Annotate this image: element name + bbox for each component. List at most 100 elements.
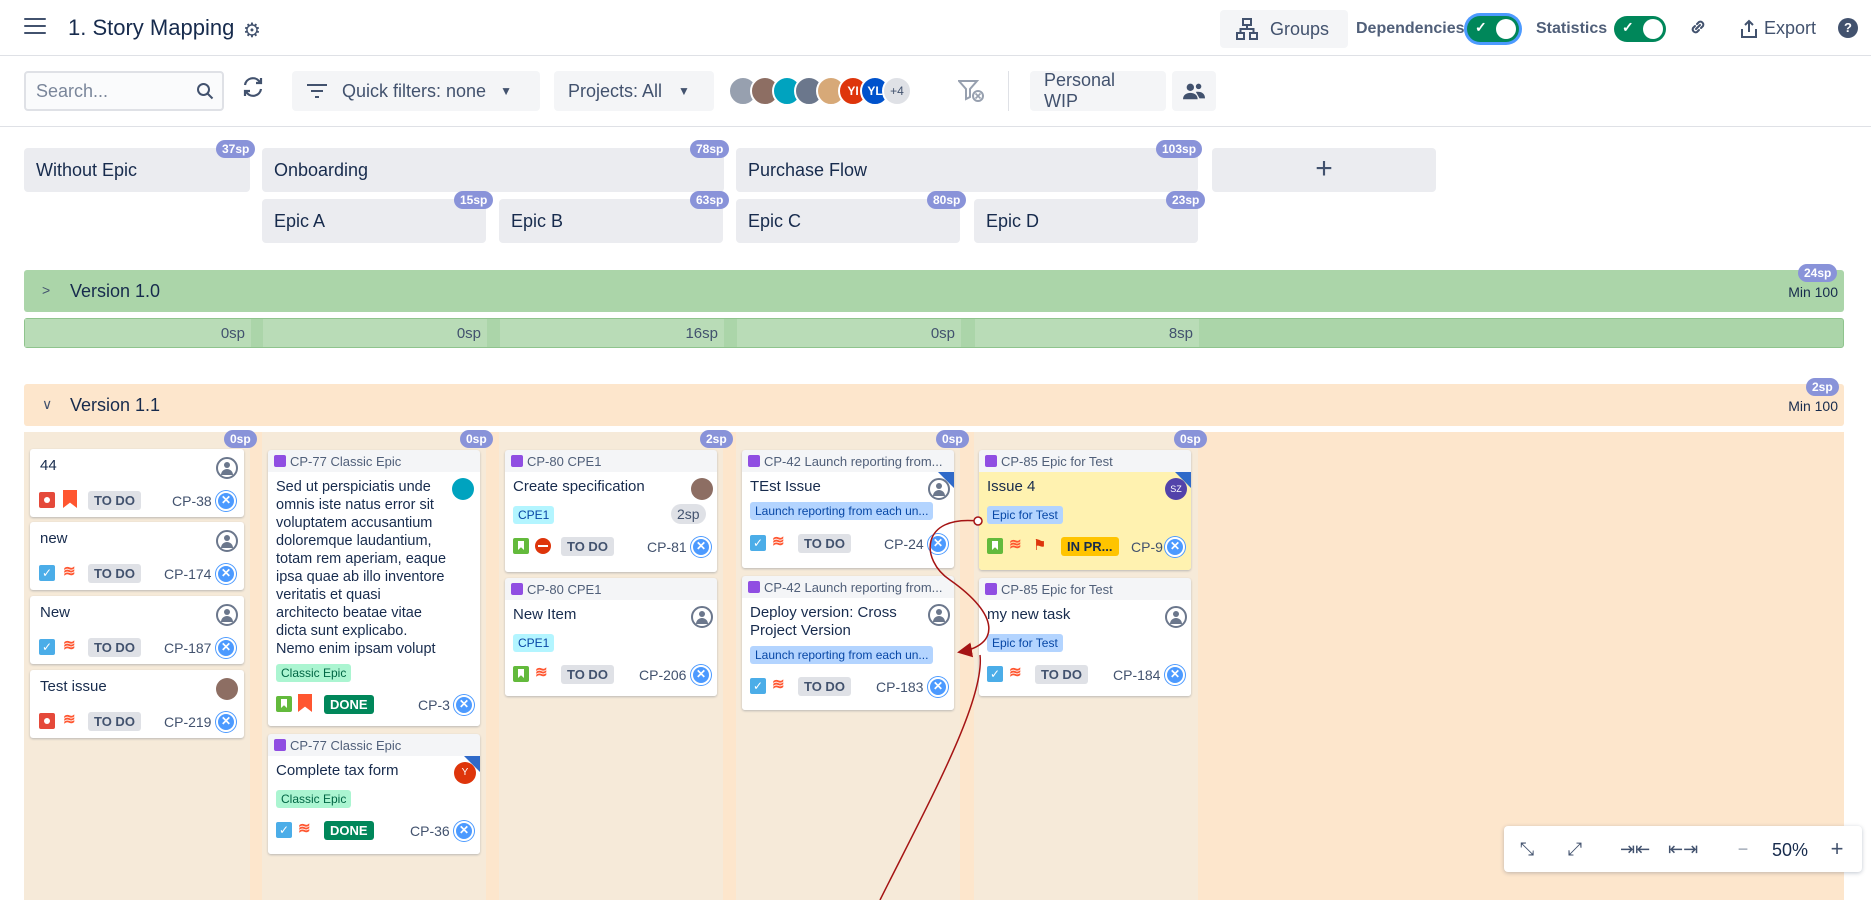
issue-key[interactable]: CP-219 [164,714,211,730]
status-badge[interactable]: TO DO [561,537,614,556]
collapse-all-icon[interactable]: ⤡ [1512,834,1542,864]
help-icon[interactable]: ? [1838,18,1858,38]
high-priority-icon: ≋ [63,637,76,654]
issue-key[interactable]: CP-206 [639,667,686,683]
column-sp: 0sp [737,319,961,347]
issue-card[interactable]: CP-80 CPE1 Create specification CPE1 2sp… [505,450,717,572]
issue-key[interactable]: CP-174 [164,566,211,582]
clear-filter-icon[interactable] [956,79,984,109]
epic-icon [748,455,760,467]
column-sp-badge: 0sp [1174,430,1207,448]
status-badge[interactable]: TO DO [88,491,141,510]
link-icon[interactable] [1688,17,1708,43]
zoom-out-button[interactable]: − [1728,834,1758,864]
issue-card[interactable]: new ✓ ≋ TO DO CP-174 [30,522,244,590]
dependencies-label: Dependencies [1356,20,1465,37]
status-badge[interactable]: DONE [324,821,374,840]
search-input[interactable] [26,73,186,110]
parent-epic-label[interactable]: CP-77 Classic Epic [274,738,401,753]
epic-icon [274,455,286,467]
epic-purchase-flow[interactable]: Purchase Flow [736,148,1198,192]
compress-columns-icon[interactable]: ⇥⇤ [1620,834,1650,864]
gear-icon[interactable]: ⚙ [243,18,261,43]
dependencies-toggle[interactable]: ✓ [1467,16,1519,42]
chevron-down-icon[interactable]: ∨ [42,396,52,413]
menu-icon[interactable] [24,18,46,36]
groups-button[interactable]: Groups [1220,10,1348,48]
issue-key[interactable]: CP-81 [647,539,687,555]
epic-chip: Epic for Test [987,634,1063,652]
chevron-right-icon[interactable]: > [42,282,50,298]
issue-card[interactable]: CP-77 Classic Epic Complete tax form Y C… [268,734,480,854]
status-badge[interactable]: TO DO [88,712,141,731]
issue-key[interactable]: CP-36 [410,823,450,839]
parent-epic-label[interactable]: CP-42 Launch reporting from... [748,580,942,595]
version-row-1-1[interactable]: ∨ Version 1.1 Min 100 [24,384,1844,426]
refresh-icon[interactable] [240,74,266,107]
search-box [24,71,224,111]
issue-key[interactable]: CP-3 [418,697,450,713]
quick-filters-label: Quick filters: none [342,80,487,101]
top-bar: 1. Story Mapping ⚙ Groups Dependencies ✓… [0,0,1871,56]
project-icon [928,677,948,697]
status-badge[interactable]: TO DO [561,665,614,684]
expand-columns-icon[interactable]: ⇤⇥ [1668,834,1698,864]
epic-a[interactable]: Epic A [262,199,486,243]
status-badge[interactable]: IN PR... [1061,537,1119,556]
expand-all-icon[interactable]: ⤢ [1560,834,1590,864]
epic-without-epic[interactable]: Without Epic [24,148,250,192]
projects-dropdown[interactable]: Projects: All ▼ [554,71,714,111]
status-badge[interactable]: TO DO [798,534,851,553]
issue-card[interactable]: CP-77 Classic Epic Sed ut perspiciatis u… [268,450,480,726]
issue-key[interactable]: CP-183 [876,679,923,695]
statistics-toggle[interactable]: ✓ [1614,16,1666,42]
personal-wip-button[interactable]: Personal WIP [1030,70,1166,111]
issue-key[interactable]: CP-184 [1113,667,1160,683]
epic-b[interactable]: Epic B [499,199,723,243]
epic-c[interactable]: Epic C [736,199,960,243]
issue-key[interactable]: CP-24 [884,536,924,552]
status-badge[interactable]: TO DO [1035,665,1088,684]
story-icon [987,538,1003,554]
issue-card[interactable]: CP-85 Epic for Test Issue 4 SZ Epic for … [979,450,1191,570]
issue-title: Complete tax form [276,762,399,779]
parent-epic-label[interactable]: CP-77 Classic Epic [274,454,401,469]
quick-filters-dropdown[interactable]: Quick filters: none ▼ [292,71,540,111]
export-button[interactable]: Export [1740,18,1816,39]
parent-epic-label[interactable]: CP-42 Launch reporting from... [748,454,942,469]
parent-epic-label[interactable]: CP-85 Epic for Test [985,582,1113,597]
status-badge[interactable]: TO DO [88,638,141,657]
epic-onboarding[interactable]: Onboarding [262,148,724,192]
issue-card[interactable]: Test issue ≋ TO DO CP-219 [30,670,244,738]
team-icon[interactable] [1172,71,1216,111]
task-icon: ✓ [39,639,55,655]
issue-key[interactable]: CP-38 [172,493,212,509]
epic-chip: Epic for Test [987,506,1063,524]
parent-epic-label[interactable]: CP-80 CPE1 [511,582,601,597]
epic-name: Epic A [274,211,326,231]
status-badge[interactable]: TO DO [88,564,141,583]
parent-epic-label[interactable]: CP-80 CPE1 [511,454,601,469]
search-icon[interactable] [196,82,214,100]
column-sp-badge: 0sp [224,430,257,448]
issue-card[interactable]: New ✓ ≋ TO DO CP-187 [30,596,244,664]
version-row-1-0[interactable]: > Version 1.0 Min 100 [24,270,1844,312]
add-epic-button[interactable]: + [1212,148,1436,192]
project-icon [1165,665,1185,685]
issue-card[interactable]: CP-42 Launch reporting from... TEst Issu… [742,450,954,568]
status-badge[interactable]: DONE [324,695,374,714]
more-avatars-button[interactable]: +4 [882,76,912,106]
issue-card[interactable]: CP-80 CPE1 New Item CPE1 ≋ TO DO CP-206 [505,578,717,696]
epic-d[interactable]: Epic D [974,199,1198,243]
issue-card[interactable]: CP-42 Launch reporting from... Deploy ve… [742,576,954,710]
issue-card[interactable]: 44 TO DO CP-38 [30,449,244,517]
zoom-in-button[interactable]: + [1822,834,1852,864]
parent-epic-label[interactable]: CP-85 Epic for Test [985,454,1113,469]
issue-key[interactable]: CP-9 [1131,539,1163,555]
issue-key[interactable]: CP-187 [164,640,211,656]
issue-card[interactable]: CP-85 Epic for Test my new task Epic for… [979,578,1191,696]
sp-badge: 37sp [216,140,256,158]
status-badge[interactable]: TO DO [798,677,851,696]
unassigned-avatar [928,478,950,500]
high-priority-icon: ≋ [772,676,785,693]
